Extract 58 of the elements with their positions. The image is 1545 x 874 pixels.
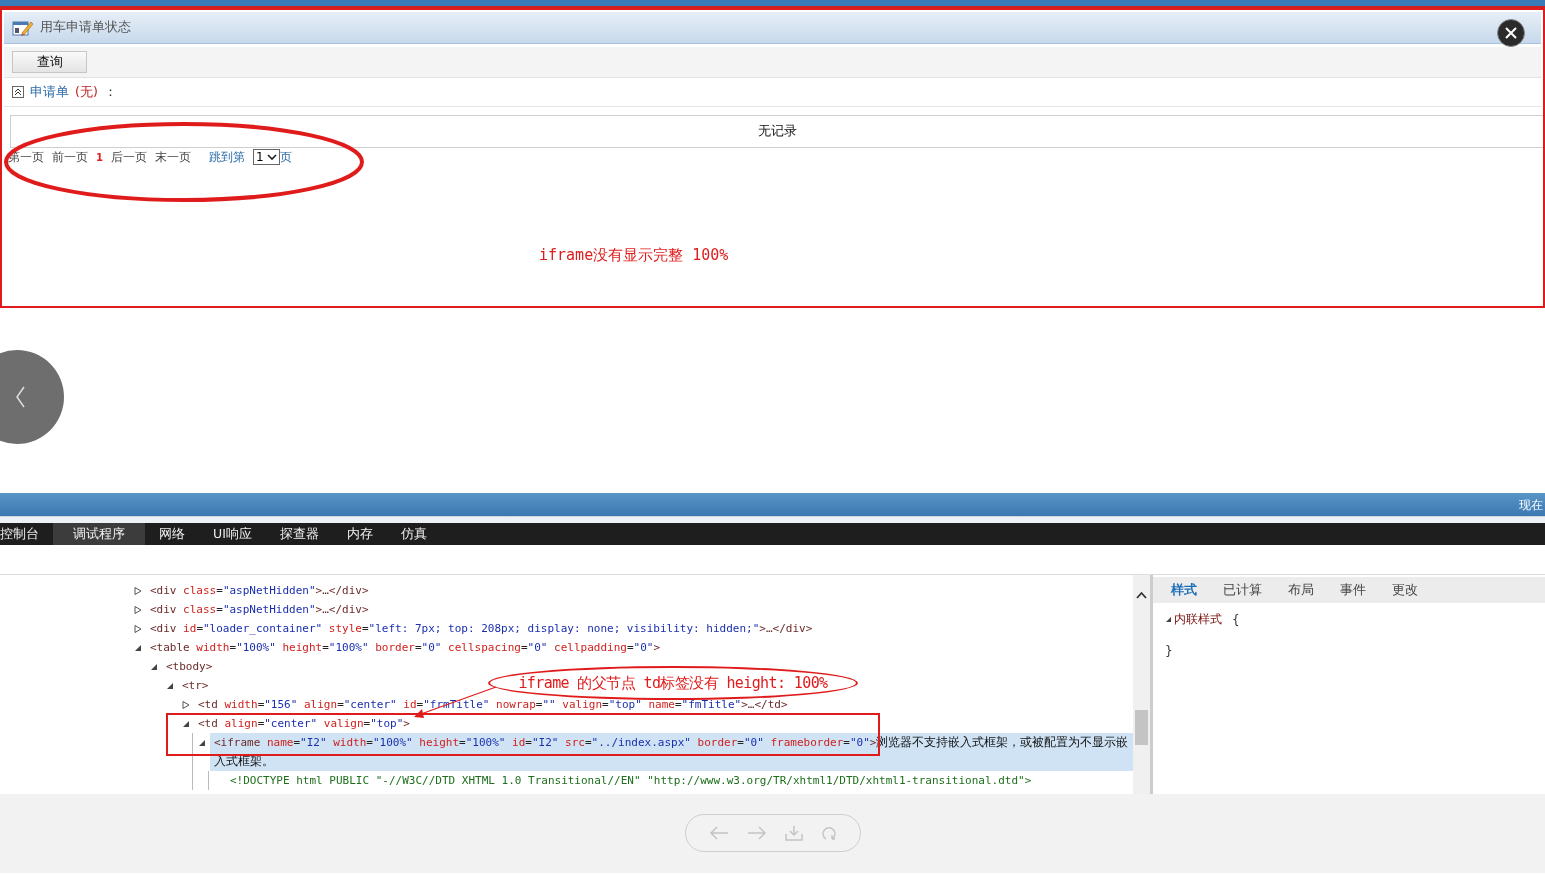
page-label: 页 — [279, 148, 292, 166]
pager-link[interactable]: 后一页 — [110, 148, 147, 166]
devtools-tab[interactable]: 网络 — [145, 523, 199, 545]
previous-slide-button[interactable] — [0, 350, 64, 444]
record-count: (无) — [75, 83, 98, 101]
colon-text: ： — [103, 83, 117, 101]
expand-toggle-icon[interactable] — [182, 719, 190, 728]
page-select[interactable]: 1 — [252, 149, 280, 165]
expand-toggle-icon[interactable] — [198, 738, 206, 747]
scroll-up-icon[interactable] — [1136, 591, 1147, 599]
devtools-tab[interactable]: UI响应 — [199, 523, 266, 545]
pager-link[interactable]: 末一页 — [154, 148, 191, 166]
expand-toggle-icon[interactable] — [1165, 616, 1172, 623]
style-rule-name: 内联样式 — [1174, 611, 1222, 628]
annotation-text: iframe没有显示完整 100% — [539, 246, 729, 264]
caret-icon — [266, 153, 277, 161]
devtools-tab[interactable]: 仿真 — [386, 523, 441, 545]
scroll-thumb[interactable] — [1135, 710, 1148, 745]
devtools-tab[interactable]: 内存 — [332, 523, 387, 545]
open-brace: { — [1231, 612, 1240, 627]
expand-toggle-icon[interactable] — [166, 681, 174, 690]
pager-link[interactable]: 前一页 — [52, 148, 88, 166]
dom-node-line[interactable]: <tr> — [178, 676, 209, 695]
devtools-tab[interactable]: 探查器 — [265, 523, 333, 545]
section-title: 申请单 — [30, 83, 69, 101]
jump-label: 跳到第 — [208, 148, 245, 166]
dom-node-line[interactable]: <td align="center" valign="top"> — [194, 714, 410, 733]
devtools-tab[interactable]: 控制台 — [0, 523, 53, 545]
dom-node-line[interactable]: <tbody> — [162, 657, 213, 676]
current-page: 1 — [96, 151, 103, 163]
expand-toggle-icon[interactable] — [134, 586, 142, 595]
form-edit-icon — [12, 18, 34, 37]
devtools-tab[interactable]: 调试程序 — [53, 523, 145, 545]
styles-tab[interactable]: 布局 — [1288, 581, 1314, 599]
expand-toggle-icon[interactable] — [150, 662, 158, 671]
close-button[interactable] — [1497, 19, 1525, 47]
expand-toggle-icon[interactable] — [134, 605, 142, 614]
dom-node-line[interactable]: <div class="aspNetHidden">…</div> — [146, 581, 369, 600]
annotation-text: iframe 的父节点 td标签没有 height: 100% — [518, 673, 828, 693]
close-icon — [1505, 27, 1517, 39]
dom-node-line[interactable]: <div class="aspNetHidden">…</div> — [146, 600, 369, 619]
styles-tab[interactable]: 已计算 — [1223, 581, 1262, 599]
dom-node-line[interactable]: <table width="100%" height="100%" border="0" cellspacing="0" cellpadding="0"> — [146, 638, 661, 657]
expand-toggle-icon[interactable] — [134, 643, 142, 652]
collapse-icon[interactable] — [12, 86, 24, 98]
styles-tab[interactable]: 样式 — [1171, 581, 1197, 599]
band-text: 现在 — [1519, 497, 1543, 514]
styles-tab[interactable]: 事件 — [1340, 581, 1366, 599]
dom-node-line[interactable]: <!DOCTYPE html PUBLIC "-//W3C//DTD XHTML 1.0 Transitional//EN" "http://www.w3.org/TR/xhtml1/DTD/xhtml1-transitional.dtd"> — [226, 771, 1032, 790]
window-title: 用车申请单状态 — [40, 19, 131, 36]
styles-tab[interactable]: 更改 — [1392, 581, 1418, 599]
expand-toggle-icon[interactable] — [134, 624, 142, 633]
empty-message: 无记录 — [757, 123, 797, 140]
query-button[interactable]: 查询 — [12, 51, 87, 73]
dom-node-line[interactable]: <div id="loader_container" style="left: 7px; top: 208px; display: none; visibility: hidden;">…</div> — [146, 619, 813, 638]
scrollbar[interactable] — [1133, 575, 1153, 794]
close-brace: } — [1165, 644, 1173, 658]
expand-toggle-icon[interactable] — [182, 700, 190, 709]
